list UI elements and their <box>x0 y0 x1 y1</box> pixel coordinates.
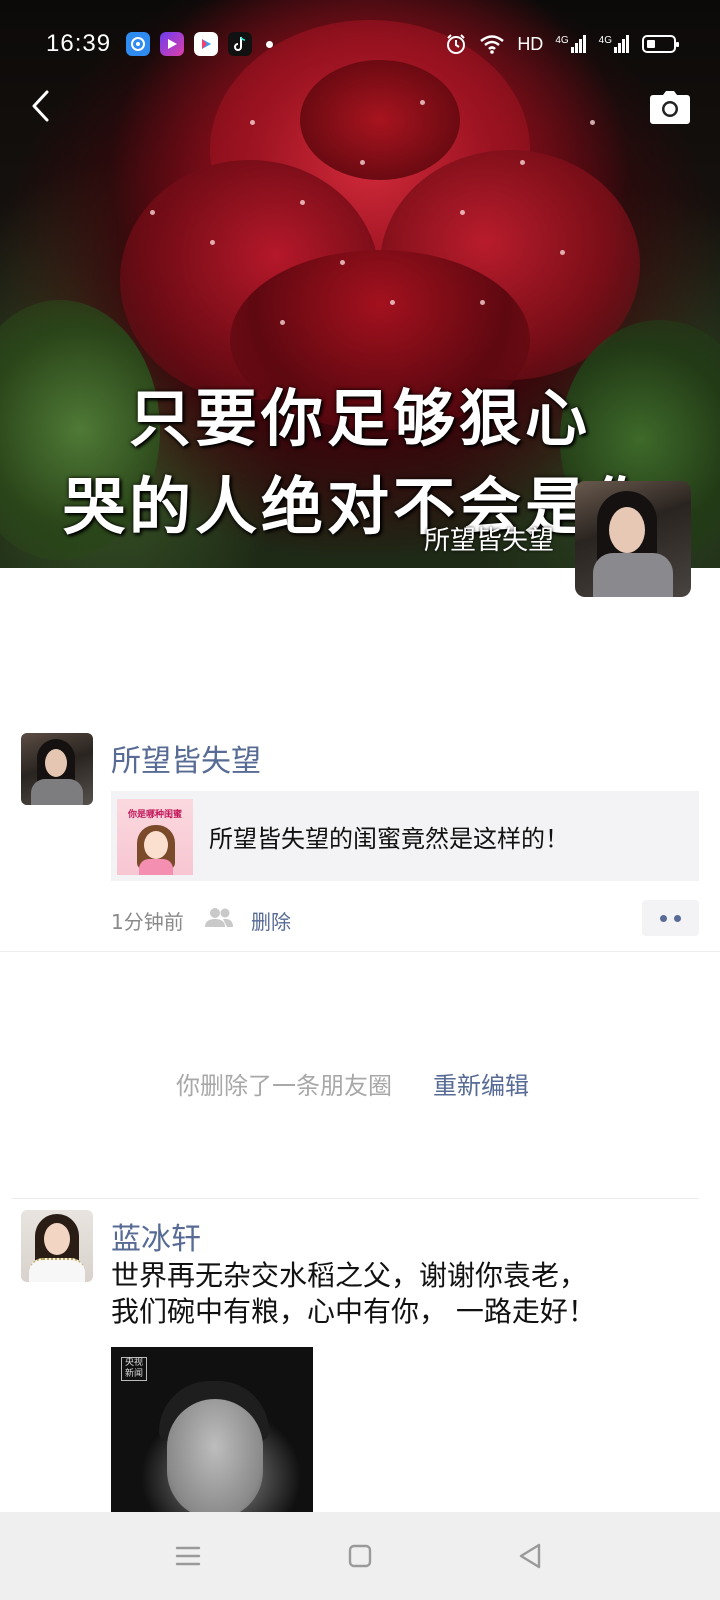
visibility-people-icon[interactable] <box>204 906 234 928</box>
home-square-icon <box>348 1544 372 1568</box>
camera-icon <box>650 91 690 124</box>
back-button[interactable] <box>20 86 60 126</box>
signal-4g-2: 4G <box>599 35 630 53</box>
tiktok-icon <box>228 32 252 56</box>
profile-name: 所望皆失望 <box>423 526 554 556</box>
avatar[interactable] <box>21 733 93 805</box>
system-nav-bar <box>0 1512 720 1600</box>
shared-link-card[interactable]: 你是哪种闺蜜 所望皆失望的闺蜜竟然是这样的！ <box>111 791 699 881</box>
menu-icon <box>175 1546 201 1566</box>
avatar-face <box>44 1223 70 1255</box>
browser-icon <box>126 32 150 56</box>
image-watermark: 央视新闻 <box>121 1357 147 1381</box>
avatar[interactable] <box>21 1210 93 1282</box>
post-text-line1: 世界再无杂交水稻之父，谢谢你袁老， <box>111 1259 588 1292</box>
avatar-face <box>45 749 67 777</box>
signal-4g-1: 4G <box>555 35 586 53</box>
wifi-icon <box>480 35 505 54</box>
post-author[interactable]: 蓝冰轩 <box>111 1214 201 1258</box>
notification-dot <box>266 40 273 48</box>
post-image[interactable]: 央视新闻 <box>111 1347 313 1512</box>
chevron-left-icon <box>32 90 49 122</box>
status-right: HD 4G 4G <box>445 33 679 55</box>
thumbnail-caption: 你是哪种闺蜜 <box>127 810 182 820</box>
cover-caption-line1: 只要你足够狠心 <box>128 382 591 455</box>
portrait-face <box>167 1399 263 1512</box>
nav-back-button[interactable] <box>508 1534 552 1578</box>
video-player-icon <box>160 32 184 56</box>
shared-link-thumbnail: 你是哪种闺蜜 <box>117 799 193 875</box>
dot-icon <box>674 914 681 922</box>
avatar-body <box>593 553 673 597</box>
divider <box>0 951 720 952</box>
post-time: 1分钟前 <box>111 910 184 934</box>
deleted-notice: 你删除了一条朋友圈 <box>176 1072 392 1100</box>
cartoon-body <box>139 859 173 875</box>
more-actions-button[interactable] <box>642 900 699 936</box>
avatar-body <box>31 779 83 805</box>
back-triangle-icon <box>519 1543 541 1569</box>
delete-button[interactable]: 删除 <box>251 906 291 935</box>
camera-button[interactable] <box>650 90 690 124</box>
status-bar: 16:39 HD 4G 4G <box>0 22 720 66</box>
battery-icon <box>642 35 679 53</box>
signal-bars-icon <box>570 35 586 53</box>
alarm-icon <box>447 34 466 54</box>
re-edit-link[interactable]: 重新编辑 <box>433 1066 529 1101</box>
dot-icon <box>660 914 667 922</box>
profile-avatar[interactable] <box>575 481 691 597</box>
shared-link-title: 所望皆失望的闺蜜竟然是这样的！ <box>209 825 569 853</box>
youku-icon <box>194 32 218 56</box>
status-time: 16:39 <box>46 30 112 57</box>
rose-petal <box>300 60 460 180</box>
post-author[interactable]: 所望皆失望 <box>111 736 261 780</box>
avatar-body <box>29 1258 85 1282</box>
post-text-line2: 我们碗中有粮，心中有你， 一路走好！ <box>111 1295 596 1328</box>
signal-bars-icon <box>614 35 629 53</box>
status-app-icons <box>126 32 273 56</box>
nav-menu-button[interactable] <box>166 1534 210 1578</box>
hd-indicator: HD <box>517 33 544 54</box>
cartoon-face <box>144 831 168 859</box>
avatar-face <box>609 507 645 553</box>
nav-home-button[interactable] <box>338 1534 382 1578</box>
divider <box>12 1198 699 1199</box>
